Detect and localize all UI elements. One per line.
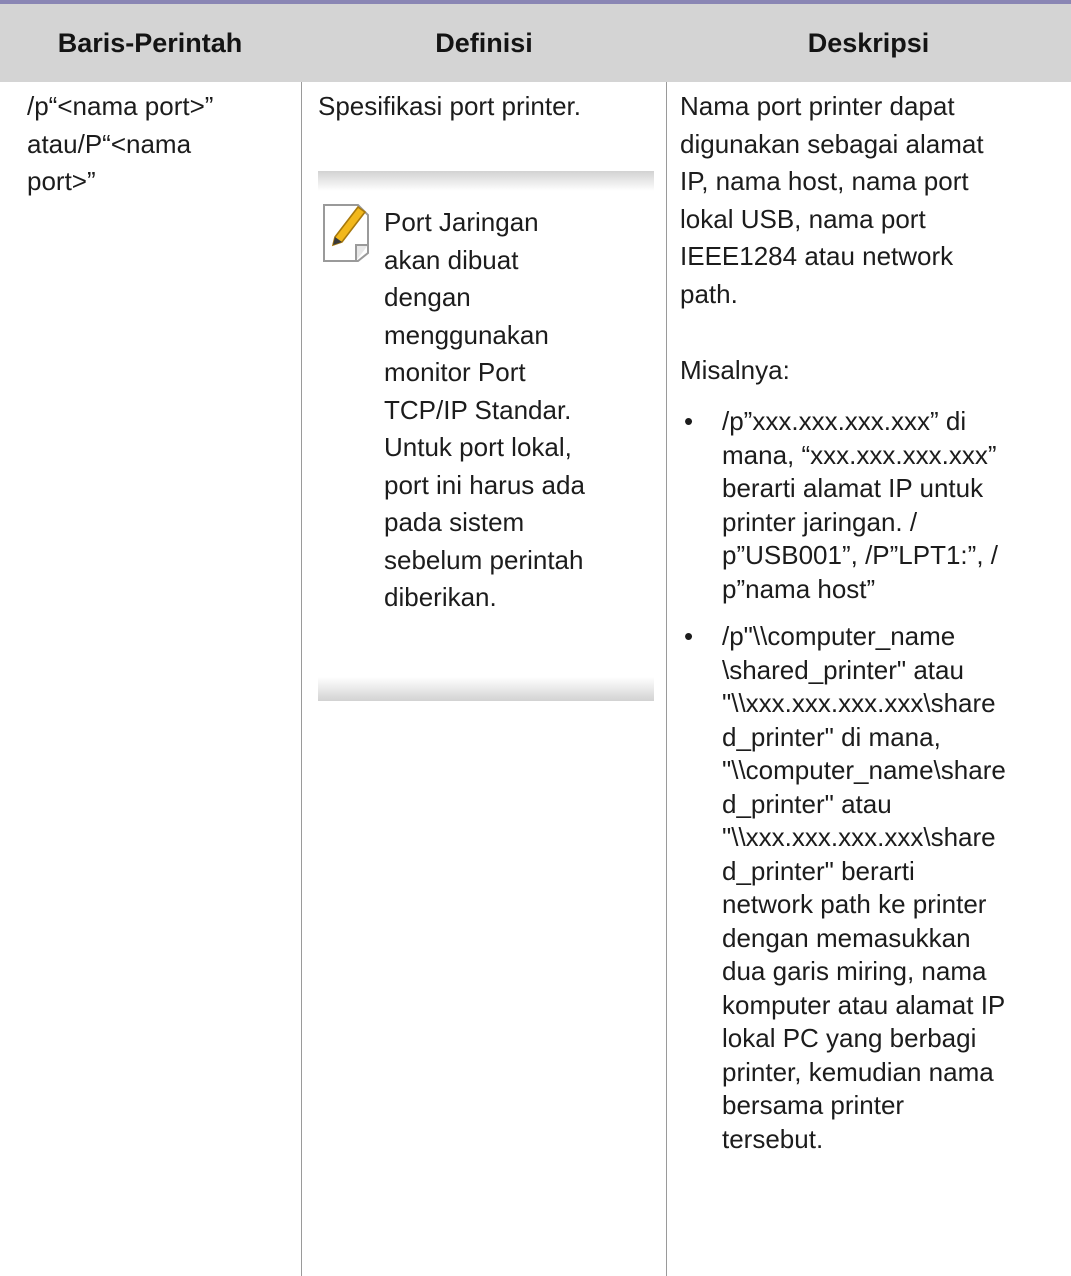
list-line: p”nama host”	[722, 573, 876, 604]
list-line: tersebut.	[722, 1123, 824, 1154]
description-line: IEEE1284 atau network	[680, 241, 954, 271]
note-line: Port Jaringan	[384, 207, 539, 237]
list-line: "\\xxx.xxx.xxx.xxx\share	[722, 822, 996, 852]
command-line: /p“<nama port>”	[27, 91, 214, 121]
list-line: d_printer" atau	[722, 788, 892, 819]
command-cell: /p“<nama port>” atau/P“<nama port>”	[27, 88, 292, 201]
note-text: Port Jaringan akan dibuat dengan menggun…	[384, 204, 654, 617]
list-line: komputer atau alamat IP	[722, 989, 1006, 1020]
list-item: • /p”xxx.xxx.xxx.xxx” di mana, “xxx.xxx.…	[680, 405, 1060, 606]
bullet-icon: •	[684, 621, 694, 651]
example-label: Misalnya:	[680, 355, 790, 385]
list-line: /p"\\computer_name	[722, 621, 956, 651]
note-line: diberikan.	[384, 582, 497, 612]
bullet-icon: •	[684, 406, 694, 436]
note-pencil-icon	[318, 201, 374, 263]
note-line: akan dibuat	[384, 244, 519, 275]
description-line: path.	[680, 278, 738, 309]
list-line: lokal PC yang berbagi	[722, 1023, 977, 1053]
column-divider-1	[301, 82, 302, 1276]
list-line: d_printer" di mana,	[722, 721, 941, 752]
description-line: lokal USB, nama port	[680, 203, 926, 234]
list-line: dengan memasukkan	[722, 922, 971, 953]
column-divider-2	[666, 82, 667, 1276]
command-line: atau/P“<nama	[27, 128, 192, 159]
note-line: port ini harus ada	[384, 469, 585, 500]
description-line: digunakan sebagai alamat	[680, 128, 984, 159]
definition-text: Spesifikasi port printer.	[318, 91, 582, 121]
example-list: • /p”xxx.xxx.xxx.xxx” di mana, “xxx.xxx.…	[680, 405, 1060, 1170]
table-header: Baris-Perintah Definisi Deskripsi	[0, 4, 1071, 82]
note-line: TCP/IP Standar.	[384, 394, 572, 425]
list-item: • /p"\\computer_name \shared_printer" at…	[680, 620, 1060, 1156]
note-line: pada sistem	[384, 507, 525, 537]
note-line: dengan	[384, 282, 471, 312]
list-line: /p”xxx.xxx.xxx.xxx” di	[722, 406, 967, 436]
list-line: mana, “xxx.xxx.xxx.xxx”	[722, 439, 997, 470]
note-line: monitor Port	[384, 357, 526, 387]
description-text: Nama port printer dapat digunakan sebaga…	[680, 88, 1065, 313]
list-line: p”USB001”, /P”LPT1:”, /	[722, 540, 998, 570]
note-line: menggunakan	[384, 319, 549, 350]
list-line: "\\computer_name\share	[722, 755, 1006, 785]
description-line: IP, nama host, nama port	[680, 166, 969, 196]
note-band-bottom	[318, 677, 654, 701]
description-line: Nama port printer dapat	[680, 91, 955, 121]
list-line: d_printer" berarti	[722, 855, 915, 886]
list-line: printer, kemudian nama	[722, 1056, 994, 1087]
header-baris-perintah: Baris-Perintah	[57, 28, 243, 58]
note-band-top	[318, 171, 654, 191]
note-line: sebelum perintah	[384, 544, 584, 575]
list-line: bersama printer	[722, 1090, 905, 1120]
command-line: port>”	[27, 166, 96, 196]
list-line: dua garis miring, nama	[722, 956, 987, 986]
list-line: \shared_printer" atau	[722, 654, 964, 685]
note-box: Port Jaringan akan dibuat dengan menggun…	[318, 171, 654, 701]
list-line: berarti alamat IP untuk	[722, 473, 984, 503]
list-line: printer jaringan. /	[722, 506, 918, 537]
note-line: Untuk port lokal,	[384, 432, 572, 462]
header-definisi: Definisi	[435, 28, 533, 58]
list-line: network path ke printer	[722, 889, 987, 919]
list-line: "\\xxx.xxx.xxx.xxx\share	[722, 688, 996, 718]
header-deskripsi: Deskripsi	[807, 28, 930, 58]
